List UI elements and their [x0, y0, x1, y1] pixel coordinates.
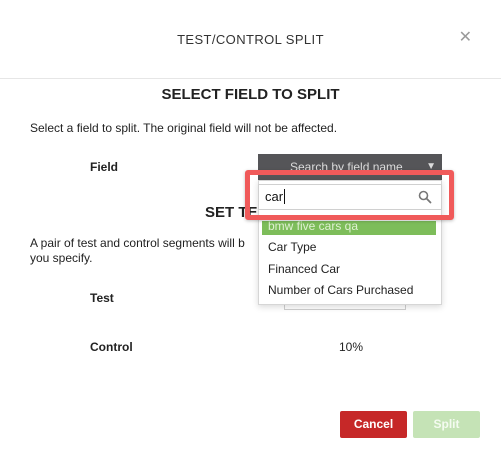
- control-percent-value: 10%: [339, 340, 364, 354]
- control-label: Control: [90, 340, 133, 354]
- select-field-heading: SELECT FIELD TO SPLIT: [161, 86, 340, 103]
- cancel-button[interactable]: Cancel: [340, 411, 407, 438]
- select-field-description: Select a field to split. The original fi…: [30, 121, 338, 135]
- dropdown-option-highlighted[interactable]: bmw five cars qa: [262, 221, 436, 235]
- split-button[interactable]: Split: [413, 411, 480, 438]
- modal-title: TEST/CONTROL SPLIT: [177, 32, 324, 47]
- field-label: Field: [90, 160, 119, 174]
- dropdown-option-number-of-cars-purchased[interactable]: Number of Cars Purchased: [268, 283, 413, 297]
- dropdown-option-financed-car[interactable]: Financed Car: [268, 262, 340, 276]
- set-test-description-line2: you specify.: [30, 251, 93, 265]
- close-icon[interactable]: ✕: [459, 30, 472, 46]
- annotation-highlight-box: [245, 170, 454, 220]
- dropdown-option-car-type[interactable]: Car Type: [268, 240, 316, 254]
- modal-header: TEST/CONTROL SPLIT ✕: [0, 0, 501, 79]
- set-test-description-line1: A pair of test and control segments will…: [30, 236, 245, 250]
- test-label: Test: [90, 291, 114, 305]
